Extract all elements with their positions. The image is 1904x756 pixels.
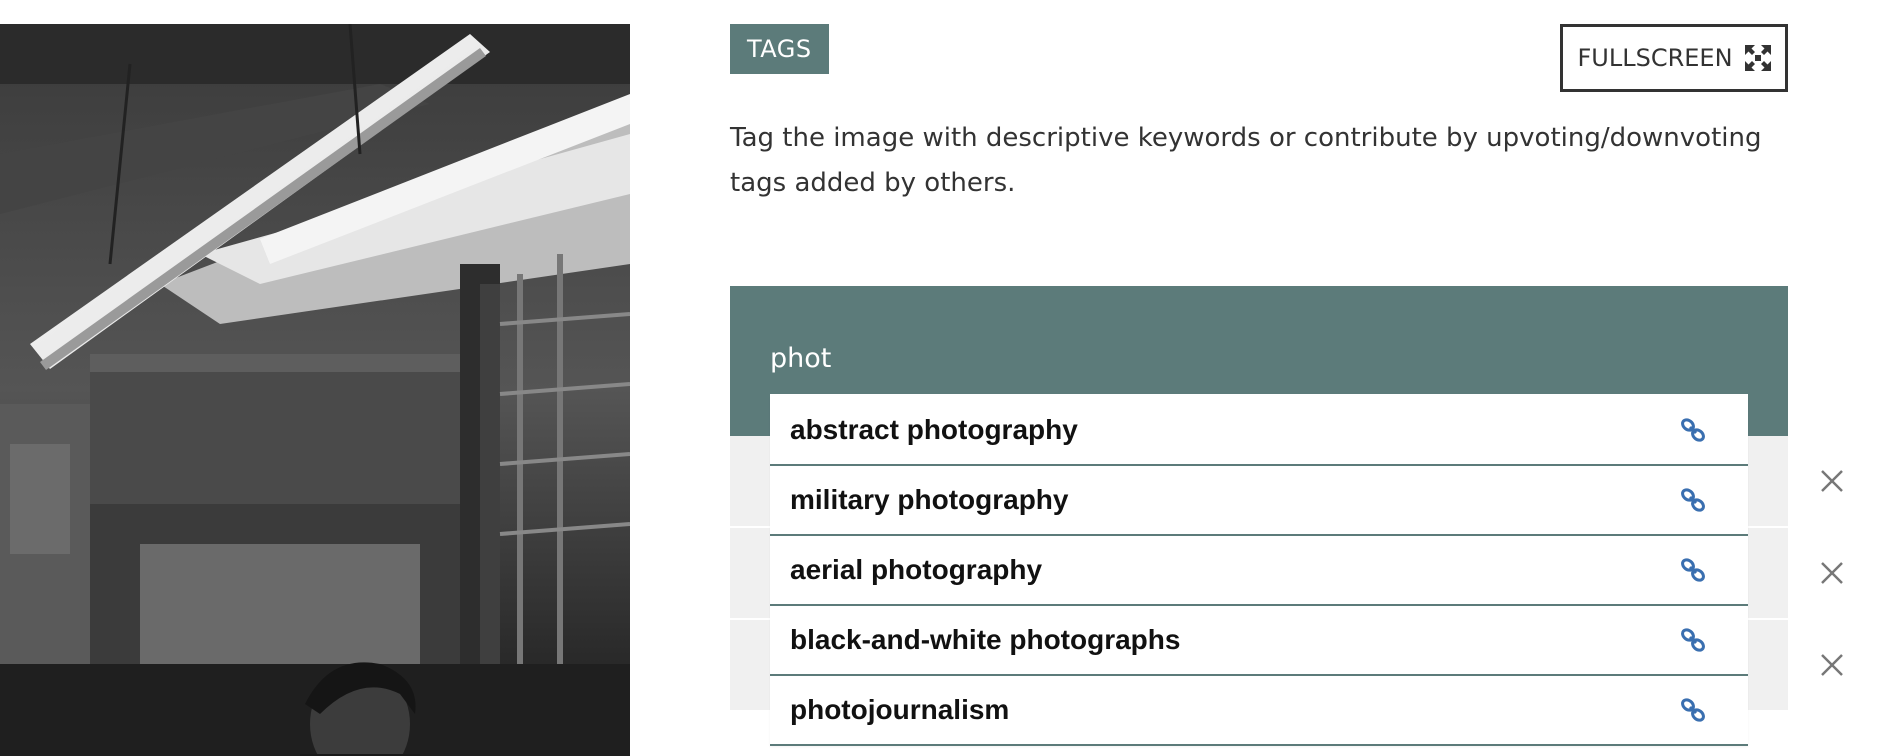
fullscreen-button[interactable]: FULLSCREEN bbox=[1560, 24, 1788, 92]
link-icon[interactable] bbox=[1678, 555, 1708, 585]
photo bbox=[0, 24, 630, 756]
tag-search-input[interactable] bbox=[770, 336, 1750, 380]
suggestion-label: black-and-white photographs bbox=[790, 624, 1181, 655]
suggestion-item[interactable]: military photography bbox=[770, 466, 1748, 536]
suggestion-label: photojournalism bbox=[790, 694, 1010, 725]
suggestion-label: military photography bbox=[790, 484, 1069, 515]
fullscreen-label: FULLSCREEN bbox=[1577, 44, 1733, 72]
suggestion-item[interactable]: photojournalism bbox=[770, 676, 1748, 746]
expand-arrows-icon bbox=[1744, 45, 1771, 71]
suggestion-item[interactable]: black-and-white photographs bbox=[770, 606, 1748, 676]
link-icon[interactable] bbox=[1678, 695, 1708, 725]
tags-description: Tag the image with descriptive keywords … bbox=[730, 123, 1762, 198]
close-icon[interactable] bbox=[1818, 467, 1846, 495]
close-icon[interactable] bbox=[1818, 559, 1846, 587]
suggestion-item[interactable]: aerial photography bbox=[770, 536, 1748, 606]
suggestion-label: aerial photography bbox=[790, 554, 1043, 585]
link-icon[interactable] bbox=[1678, 485, 1708, 515]
close-icon[interactable] bbox=[1818, 651, 1846, 679]
link-icon[interactable] bbox=[1678, 415, 1708, 445]
suggestion-label: abstract photography bbox=[790, 414, 1078, 445]
link-icon[interactable] bbox=[1678, 625, 1708, 655]
tag-suggestions-dropdown: abstract photography military photograph… bbox=[770, 396, 1748, 746]
suggestion-item[interactable]: abstract photography bbox=[770, 396, 1748, 466]
page: TAGS FULLSCREEN Tag the image with descr… bbox=[0, 0, 1904, 756]
tags-section-title: TAGS bbox=[730, 24, 829, 74]
